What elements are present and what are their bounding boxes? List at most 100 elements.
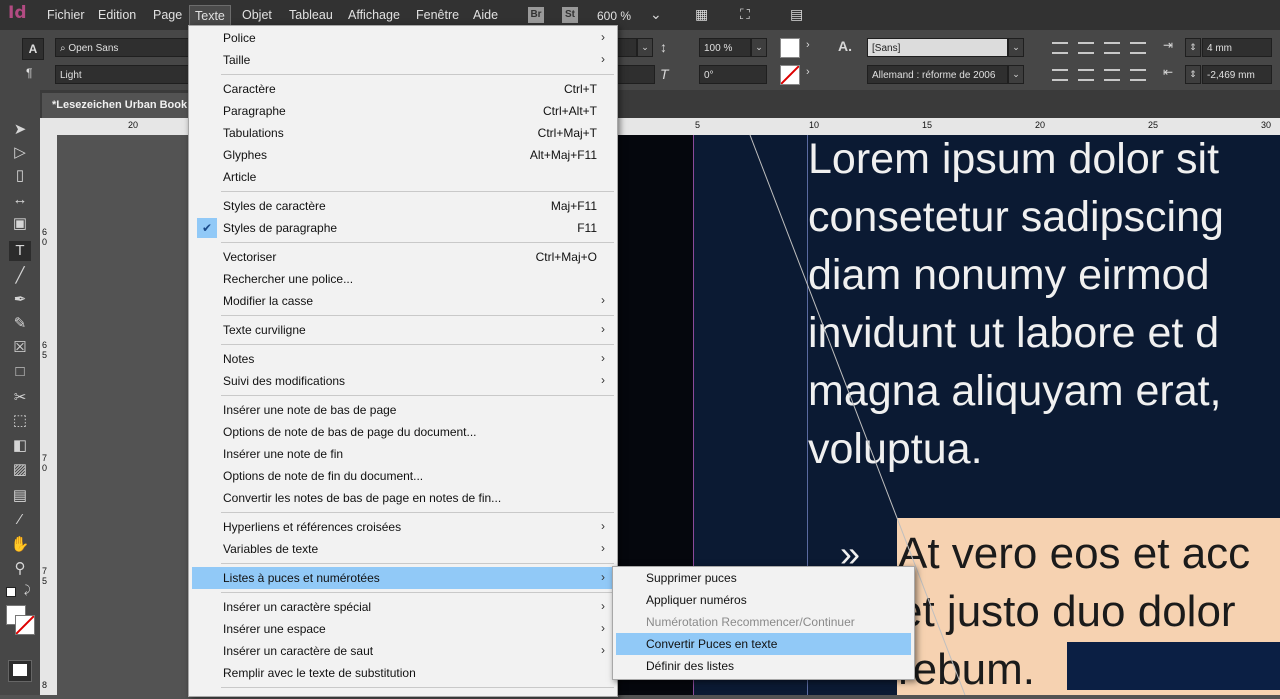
chevron-down-icon[interactable]: ⌄ (650, 6, 662, 23)
stroke-swatch[interactable] (15, 615, 35, 635)
menu-item-notes[interactable]: Notes › (192, 348, 614, 370)
document-tab[interactable]: *Lesezeichen Urban Book (42, 93, 198, 118)
font-size-field-right[interactable] (617, 38, 637, 57)
menu-objet[interactable]: Objet (242, 8, 272, 22)
pencil-tool-icon[interactable]: ✎ (9, 314, 31, 334)
hand-tool-icon[interactable]: ✋ (9, 535, 31, 555)
align-towards-spine-icon[interactable] (1130, 42, 1146, 54)
zoom-tool-icon[interactable]: ⚲ (9, 559, 31, 579)
font-family-field[interactable]: ⌕ Open Sans (55, 38, 189, 57)
menu-item-caractere[interactable]: Caractère Ctrl+T (192, 78, 614, 100)
submenu-item-definir-listes[interactable]: Définir des listes (616, 655, 911, 677)
leading-field-right[interactable] (617, 65, 655, 84)
submenu-item-convertir-puces[interactable]: Convertir Puces en texte (616, 633, 911, 655)
menu-item-modifier-casse[interactable]: Modifier la casse › (192, 290, 614, 312)
swap-colors-icon[interactable]: ⤸ (24, 584, 31, 597)
menu-edition[interactable]: Edition (98, 8, 136, 22)
gradient-swatch-tool-icon[interactable]: ◧ (9, 436, 31, 456)
gap-tool-icon[interactable]: ↔ (9, 190, 31, 210)
eyedropper-tool-icon[interactable]: ⁄ (9, 510, 31, 530)
type-tool-icon[interactable]: T (9, 241, 31, 261)
justify-all-icon[interactable] (1104, 69, 1120, 81)
menu-item-listes-puces[interactable]: Listes à puces et numérotées › (192, 567, 614, 589)
default-colors-icon[interactable] (6, 587, 16, 597)
submenu-item-appliquer-numeros[interactable]: Appliquer numéros (616, 589, 911, 611)
menu-item-article[interactable]: Article (192, 166, 614, 188)
character-mode-button[interactable]: A (22, 38, 44, 60)
free-transform-tool-icon[interactable]: ⬚ (9, 411, 31, 431)
justify-right-icon[interactable] (1130, 69, 1146, 81)
justify-center-icon[interactable] (1078, 69, 1094, 81)
bridge-button[interactable]: Br (528, 7, 544, 23)
menu-item-options-note-fin[interactable]: Options de note de fin du document... (192, 465, 614, 487)
menu-item-convertir-notes[interactable]: Convertir les notes de bas de page en no… (192, 487, 614, 509)
menu-item-paragraphe[interactable]: Paragraphe Ctrl+Alt+T (192, 100, 614, 122)
menu-item-glyphes[interactable]: Glyphes Alt+Maj+F11 (192, 144, 614, 166)
stepper-icon[interactable]: ⇕ (1185, 38, 1201, 57)
zoom-level[interactable]: 600 % (597, 9, 631, 23)
chevron-right-icon[interactable]: › (806, 66, 810, 78)
submenu-item-supprimer-puces[interactable]: Supprimer puces (616, 567, 911, 589)
menu-item-options-note-bas-page[interactable]: Options de note de bas de page du docume… (192, 421, 614, 443)
menu-item-texte-curviligne[interactable]: Texte curviligne › (192, 319, 614, 341)
note-tool-icon[interactable]: ▤ (9, 486, 31, 506)
menu-item-inserer-espace[interactable]: Insérer une espace › (192, 618, 614, 640)
menu-item-styles-paragraphe[interactable]: ✔ Styles de paragraphe F11 (192, 217, 614, 239)
vertical-ruler[interactable]: 6 0 6 5 7 0 7 5 8 (40, 135, 57, 695)
first-line-indent-field[interactable]: -2,469 mm (1202, 65, 1272, 84)
chevron-down-icon[interactable]: ⌄ (751, 38, 767, 57)
rectangle-frame-tool-icon[interactable]: ☒ (9, 338, 31, 358)
skew-field[interactable]: 0° (699, 65, 767, 84)
page-tool-icon[interactable]: ▯ (9, 166, 31, 186)
rectangle-tool-icon[interactable]: □ (9, 362, 31, 382)
view-options-icon[interactable]: ▦ (695, 6, 708, 23)
vertical-scale-field[interactable]: 100 % (699, 38, 751, 57)
menu-item-rechercher-police[interactable]: Rechercher une police... (192, 268, 614, 290)
chevron-down-icon[interactable]: ⌄ (1008, 65, 1024, 84)
screen-mode-icon[interactable]: ⛶ (740, 6, 750, 23)
stroke-color-swatch[interactable] (780, 65, 800, 85)
menu-item-styles-caractere[interactable]: Styles de caractère Maj+F11 (192, 195, 614, 217)
selection-tool-icon[interactable]: ➤ (9, 120, 31, 140)
menu-item-suivi-modifications[interactable]: Suivi des modifications › (192, 370, 614, 392)
justify-left-icon[interactable] (1052, 69, 1068, 81)
chevron-right-icon[interactable]: › (806, 39, 810, 51)
character-style-field[interactable]: [Sans] (867, 38, 1008, 57)
menu-item-taille[interactable]: Taille › (192, 49, 614, 71)
menu-item-texte-substitution[interactable]: Remplir avec le texte de substitution (192, 662, 614, 684)
menu-item-inserer-note-fin[interactable]: Insérer une note de fin (192, 443, 614, 465)
menu-item-vectoriser[interactable]: Vectoriser Ctrl+Maj+O (192, 246, 614, 268)
language-field[interactable]: Allemand : réforme de 2006 (867, 65, 1008, 84)
fill-color-swatch[interactable] (780, 38, 800, 58)
chevron-down-icon[interactable]: ⌄ (1008, 38, 1024, 57)
menu-tableau[interactable]: Tableau (289, 8, 333, 22)
paragraph-mode-button[interactable]: ¶ (26, 66, 32, 80)
align-right-icon[interactable] (1104, 42, 1120, 54)
menu-item-hyperliens[interactable]: Hyperliens et références croisées › (192, 516, 614, 538)
align-left-icon[interactable] (1052, 42, 1068, 54)
line-tool-icon[interactable]: ╱ (9, 266, 31, 286)
menu-item-caractere-saut[interactable]: Insérer un caractère de saut › (192, 640, 614, 662)
menu-item-caractere-special[interactable]: Insérer un caractère spécial › (192, 596, 614, 618)
chevron-down-icon[interactable]: ⌄ (637, 38, 653, 57)
menu-texte[interactable]: Texte (189, 5, 231, 27)
content-collector-icon[interactable]: ▣ (9, 214, 31, 234)
left-indent-field[interactable]: 4 mm (1202, 38, 1272, 57)
arrange-documents-icon[interactable]: ▤ (790, 6, 803, 23)
scissors-tool-icon[interactable]: ✂ (9, 388, 31, 408)
menu-page[interactable]: Page (153, 8, 182, 22)
menu-fenetre[interactable]: Fenêtre (416, 8, 459, 22)
align-center-icon[interactable] (1078, 42, 1094, 54)
pen-tool-icon[interactable]: ✒ (9, 290, 31, 310)
stepper-icon[interactable]: ⇕ (1185, 65, 1201, 84)
menu-aide[interactable]: Aide (473, 8, 498, 22)
menu-item-tabulations[interactable]: Tabulations Ctrl+Maj+T (192, 122, 614, 144)
menu-affichage[interactable]: Affichage (348, 8, 400, 22)
font-style-field[interactable]: Light (55, 65, 189, 84)
menu-fichier[interactable]: Fichier (47, 8, 85, 22)
stock-button[interactable]: St (562, 7, 578, 23)
menu-item-inserer-note-bas-page[interactable]: Insérer une note de bas de page (192, 399, 614, 421)
menu-item-variables-texte[interactable]: Variables de texte › (192, 538, 614, 560)
direct-selection-tool-icon[interactable]: ▷ (9, 143, 31, 163)
menu-item-police[interactable]: Police › (192, 27, 614, 49)
